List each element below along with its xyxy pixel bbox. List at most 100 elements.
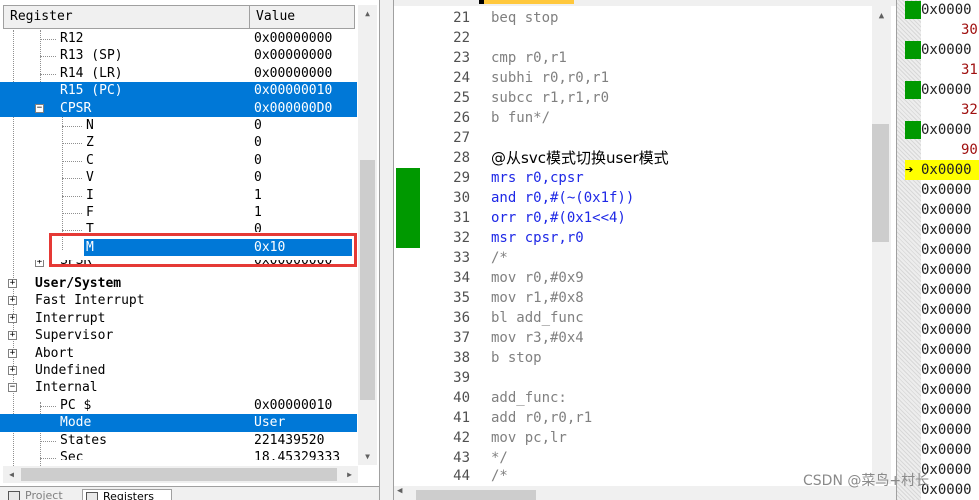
register-group-abort[interactable]: + Abort <box>0 345 357 362</box>
disasm-row[interactable]: 0x0000 <box>921 220 972 240</box>
disasm-address: 0x0000 <box>921 122 972 138</box>
tree-connector <box>40 39 56 40</box>
register-row-c[interactable]: C 0 <box>0 152 357 169</box>
disasm-row-current[interactable]: ➔ 0x0000 <box>905 160 979 180</box>
register-row-mode[interactable]: Mode User <box>0 414 357 432</box>
disasm-row[interactable]: 0x0000 <box>921 280 972 300</box>
value-column-header[interactable]: Value <box>250 6 354 28</box>
register-group-undefined[interactable]: + Undefined <box>0 362 357 379</box>
disasm-row[interactable]: 0x0000 <box>921 80 972 100</box>
disasm-row[interactable]: 0x0000 <box>921 180 972 200</box>
tree-connector <box>40 73 56 75</box>
register-row-n[interactable]: N 0 <box>0 117 357 134</box>
disasm-row[interactable]: 0x0000 <box>921 380 972 400</box>
disasm-source-line: 31 <box>961 62 978 78</box>
register-row-pc[interactable]: PC $ 0x00000010 <box>0 397 357 414</box>
collapse-toggle[interactable]: − <box>35 103 44 113</box>
registers-vertical-scrollbar[interactable]: ▲ ▼ <box>358 5 377 465</box>
register-group-supervisor[interactable]: + Supervisor <box>0 327 357 344</box>
disasm-row[interactable]: 0x0000 <box>921 200 972 220</box>
register-row-i[interactable]: I 1 <box>0 187 357 204</box>
line-number: 40 <box>453 390 470 406</box>
tree-connector <box>62 213 82 214</box>
expand-toggle[interactable]: + <box>35 260 44 267</box>
collapse-toggle[interactable]: − <box>8 383 17 393</box>
expand-toggle[interactable]: + <box>8 313 17 323</box>
disasm-row[interactable]: 0x0000 <box>921 240 972 260</box>
editor-tab-active[interactable] <box>484 0 574 4</box>
register-value: 1 <box>254 205 262 220</box>
register-group-fast-interrupt[interactable]: + Fast Interrupt <box>0 292 357 309</box>
register-row-z[interactable]: Z 0 <box>0 134 357 151</box>
register-group-label: Abort <box>35 345 75 361</box>
disasm-address: 0x0000 <box>921 442 972 458</box>
register-row-cpsr[interactable]: − CPSR 0x000000D0 <box>0 99 357 117</box>
register-row-f[interactable]: F 1 <box>0 204 357 221</box>
register-row-r13[interactable]: R13 (SP) 0x00000000 <box>0 47 357 64</box>
disasm-row[interactable]: 0x0000 <box>921 320 972 340</box>
disasm-row[interactable]: 0x0000 <box>921 40 972 60</box>
scrollbar-thumb[interactable] <box>416 490 536 500</box>
tab-label: Project <box>25 489 63 500</box>
register-name: CPSR <box>60 100 92 116</box>
scroll-up-arrow-icon[interactable]: ▲ <box>872 8 891 25</box>
comment-text: @从svc模式切换user模式 <box>491 149 669 167</box>
register-row-states[interactable]: States 221439520 <box>0 432 357 449</box>
expand-toggle[interactable]: + <box>8 348 17 358</box>
disasm-row[interactable]: 0x0000 <box>921 340 972 360</box>
scroll-down-arrow-icon[interactable]: ▼ <box>358 448 377 465</box>
panel-tab-bar: Project Registers <box>0 486 379 500</box>
disasm-address: 0x0000 <box>921 82 972 98</box>
tab-project[interactable]: Project <box>5 489 77 500</box>
scrollbar-thumb[interactable] <box>21 468 337 481</box>
editor-vertical-scrollbar[interactable]: ▲ <box>872 6 891 484</box>
register-group-interrupt[interactable]: + Interrupt <box>0 310 357 327</box>
scrollbar-thumb[interactable] <box>360 160 375 400</box>
disasm-row[interactable]: 32 <box>921 100 979 120</box>
project-icon <box>8 491 20 500</box>
disasm-row[interactable]: 0x0000 <box>921 120 972 140</box>
tree-connector <box>62 160 82 162</box>
disassembly-panel[interactable]: 0x0000 30 0x0000 31 0x0000 32 0x0000 90 … <box>896 0 979 500</box>
scrollbar-thumb[interactable] <box>872 124 889 242</box>
scroll-left-arrow-icon[interactable]: ◀ <box>397 486 402 496</box>
code-text: cmp r0,r1 <box>491 50 567 66</box>
disasm-row[interactable]: 0x0000 <box>921 440 972 460</box>
execution-gutter[interactable] <box>394 6 420 486</box>
register-row-r12[interactable]: R12 0x00000000 <box>0 30 357 47</box>
expand-toggle[interactable]: + <box>8 331 17 341</box>
disasm-row[interactable]: 0x0000 <box>921 420 972 440</box>
expand-toggle[interactable]: + <box>8 279 17 288</box>
disasm-row[interactable]: 30 <box>921 20 979 40</box>
expand-toggle[interactable]: + <box>8 366 17 375</box>
tab-registers[interactable]: Registers <box>82 489 172 500</box>
disasm-address: 0x0000 <box>921 282 972 298</box>
expand-toggle[interactable]: + <box>8 296 17 306</box>
register-row-r15[interactable]: R15 (PC) 0x00000010 <box>0 82 357 100</box>
disasm-row[interactable]: 0x0000 <box>921 360 972 380</box>
disasm-row[interactable]: 31 <box>921 60 979 80</box>
register-row-spsr[interactable]: + SPSR 0x00000000 <box>0 260 357 268</box>
scroll-left-arrow-icon[interactable]: ◀ <box>3 466 20 483</box>
code-text: add_func: <box>491 390 567 406</box>
disasm-row[interactable]: 0x0000 <box>921 260 972 280</box>
disasm-row[interactable]: 90 <box>921 140 979 160</box>
disasm-row[interactable]: 0x0000 <box>921 300 972 320</box>
code-text-content: msr cpsr,r0 <box>491 230 584 246</box>
register-row-v[interactable]: V 0 <box>0 169 357 186</box>
disasm-row[interactable]: 0x0000 <box>921 400 972 420</box>
splitter[interactable] <box>380 0 393 500</box>
disasm-row[interactable]: 0x0000 <box>921 0 972 20</box>
disassembly-gutter[interactable] <box>897 0 921 500</box>
register-group-internal[interactable]: − Internal <box>0 379 357 396</box>
register-row-sec[interactable]: Sec 18.45329333 <box>0 449 357 460</box>
register-row-t[interactable]: T 0 <box>0 221 357 232</box>
scroll-right-arrow-icon[interactable]: ▶ <box>341 466 358 483</box>
register-column-header[interactable]: Register <box>4 6 250 28</box>
register-row-m[interactable]: M 0x10 <box>84 239 352 257</box>
register-group-user-system[interactable]: + User/System <box>0 275 357 292</box>
registers-horizontal-scrollbar[interactable]: ◀ ▶ <box>3 466 358 483</box>
register-row-r14[interactable]: R14 (LR) 0x00000000 <box>0 65 357 82</box>
scroll-up-arrow-icon[interactable]: ▲ <box>358 5 377 22</box>
source-editor[interactable]: 21 beq stop 22 23 cmp r0,r1 24 subhi r0,… <box>393 0 896 500</box>
